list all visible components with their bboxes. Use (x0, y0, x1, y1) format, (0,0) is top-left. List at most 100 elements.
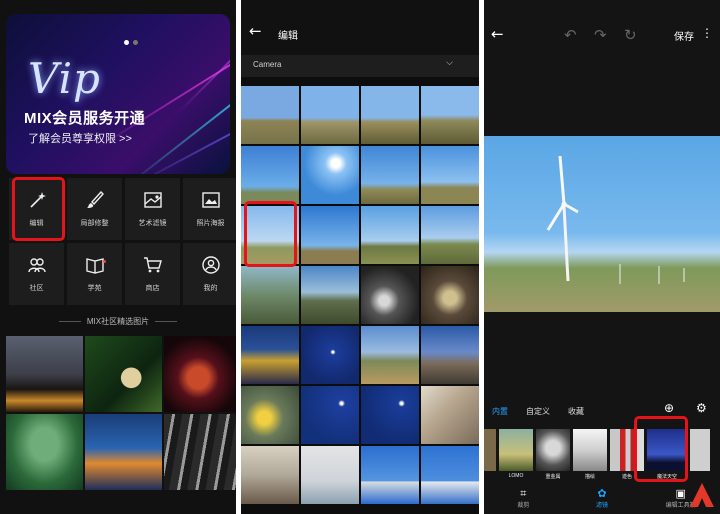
book-icon (85, 258, 104, 274)
photo-thumb[interactable] (421, 386, 479, 444)
undo-icon[interactable]: ↶ (564, 26, 577, 44)
vip-logo: Vip (28, 54, 101, 103)
tool-label: 裁剪 (517, 503, 530, 509)
photo-thumb[interactable] (241, 206, 299, 264)
tool-profile[interactable]: 我的 (183, 243, 236, 305)
gallery-image[interactable] (6, 336, 83, 412)
tool-local-retouch[interactable]: 局部修整 (67, 178, 122, 240)
tab-builtin[interactable]: 内置 (492, 406, 508, 417)
redo-icon[interactable]: ↷ (594, 26, 607, 44)
album-name: Camera (253, 60, 282, 69)
filter-tabs: 内置 自定义 收藏 ⊕ ⚙ (484, 401, 720, 420)
filter-label: 重金属 (545, 474, 561, 480)
gallery-image[interactable] (85, 336, 162, 412)
photo-thumb[interactable] (301, 146, 359, 204)
bottom-toolbar: ⌗ 裁剪 ✿ 滤镜 ▣ 编辑工具箱 (484, 487, 720, 514)
album-picker: ← 编辑 Camera ⌵ (241, 0, 479, 514)
back-arrow-icon[interactable]: ← (249, 22, 262, 40)
tab-custom[interactable]: 自定义 (526, 406, 550, 417)
filter-strip: LOMO 重金属 描绘 迹色 魔法天空 (484, 429, 720, 485)
photo-thumb[interactable] (241, 86, 299, 144)
toolbox-icon: ▣ (675, 487, 686, 500)
carousel-dots (124, 40, 138, 45)
poster-icon (201, 192, 220, 208)
watermark-logo-icon (690, 483, 714, 507)
tool-label: 商店 (145, 285, 160, 292)
photo-thumb[interactable] (361, 326, 419, 384)
gallery-image[interactable] (85, 414, 162, 490)
editor-top-bar: ← ↶ ↷ ↻ 保存 ⋮ (484, 0, 720, 66)
photo-thumb[interactable] (361, 266, 419, 324)
filter-item[interactable]: LOMO (499, 429, 533, 485)
gear-icon[interactable]: ⚙ (696, 401, 707, 415)
filter-item[interactable] (484, 429, 496, 485)
tool-label: 社区 (29, 285, 44, 292)
tool-poster[interactable]: 照片海报 (183, 178, 236, 240)
photo-thumb[interactable] (241, 146, 299, 204)
more-vert-icon[interactable]: ⋮ (701, 26, 713, 40)
page-title: 编辑 (278, 31, 298, 42)
photo-thumb[interactable] (361, 86, 419, 144)
tool-label: 局部修整 (80, 220, 109, 227)
photo-thumb[interactable] (421, 206, 479, 264)
filter-label: 魔法天空 (656, 474, 677, 480)
photo-thumb[interactable] (241, 326, 299, 384)
crop-icon: ⌗ (520, 487, 527, 500)
filter-tool[interactable]: ✿ 滤镜 (567, 487, 637, 514)
gallery-image[interactable] (6, 414, 83, 490)
photo-thumb[interactable] (421, 146, 479, 204)
photo-thumb[interactable] (421, 266, 479, 324)
photo-thumb[interactable] (301, 206, 359, 264)
tool-edit[interactable]: 编辑 (9, 178, 64, 240)
filter-item-magic-sky[interactable]: 魔法天空 (647, 429, 687, 485)
filter-item[interactable] (690, 429, 710, 485)
photo-thumb[interactable] (361, 386, 419, 444)
filter-label: 描绘 (584, 474, 595, 480)
photo-thumb[interactable] (301, 326, 359, 384)
magic-wand-icon (29, 192, 46, 208)
photo-thumb[interactable] (421, 446, 479, 504)
tool-academy[interactable]: 学苑 (67, 243, 122, 305)
photo-thumb[interactable] (361, 206, 419, 264)
photo-thumb[interactable] (301, 386, 359, 444)
community-icon (27, 258, 46, 273)
back-arrow-icon[interactable]: ← (491, 25, 504, 43)
filter-label: LOMO (508, 473, 524, 479)
filter-item[interactable]: 重金属 (536, 429, 570, 485)
gallery-image[interactable] (164, 336, 236, 412)
tool-grid: 编辑 局部修整 艺术滤镜 照片海报 社区 学苑 商店 我的 (9, 178, 236, 305)
gallery-image[interactable] (164, 414, 236, 490)
photo-thumb[interactable] (361, 146, 419, 204)
profile-icon (201, 256, 220, 274)
photo-thumb[interactable] (241, 386, 299, 444)
vip-banner[interactable]: Vip MIX会员服务开通 了解会员尊享权限 >> (6, 14, 230, 174)
photo-grid (241, 86, 479, 504)
reset-icon[interactable]: ↻ (624, 26, 637, 44)
photo-thumb[interactable] (301, 266, 359, 324)
photo-thumb[interactable] (241, 446, 299, 504)
filter-item[interactable]: 描绘 (573, 429, 607, 485)
album-selector[interactable]: Camera ⌵ (241, 55, 479, 77)
vip-link[interactable]: 了解会员尊享权限 >> (28, 130, 132, 146)
photo-thumb[interactable] (301, 86, 359, 144)
photo-thumb[interactable] (361, 446, 419, 504)
filter-label: 迹色 (621, 474, 632, 480)
crop-tool[interactable]: ⌗ 裁剪 (488, 487, 558, 514)
add-filter-icon[interactable]: ⊕ (664, 401, 674, 415)
editing-photo (484, 136, 720, 312)
photo-thumb[interactable] (241, 266, 299, 324)
vip-title: MIX会员服务开通 (24, 110, 146, 127)
tab-favorites[interactable]: 收藏 (568, 406, 584, 417)
photo-thumb[interactable] (421, 326, 479, 384)
photo-thumb[interactable] (301, 446, 359, 504)
filter-item[interactable]: 迹色 (610, 429, 644, 485)
tool-label: 照片海报 (196, 220, 225, 227)
chevron-down-icon: ⌵ (446, 58, 453, 68)
tool-store[interactable]: 商店 (125, 243, 180, 305)
cart-icon (143, 257, 162, 273)
photo-thumb[interactable] (421, 86, 479, 144)
brush-icon (86, 190, 104, 208)
tool-community[interactable]: 社区 (9, 243, 64, 305)
save-button[interactable]: 保存 (674, 28, 694, 43)
tool-art-filter[interactable]: 艺术滤镜 (125, 178, 180, 240)
